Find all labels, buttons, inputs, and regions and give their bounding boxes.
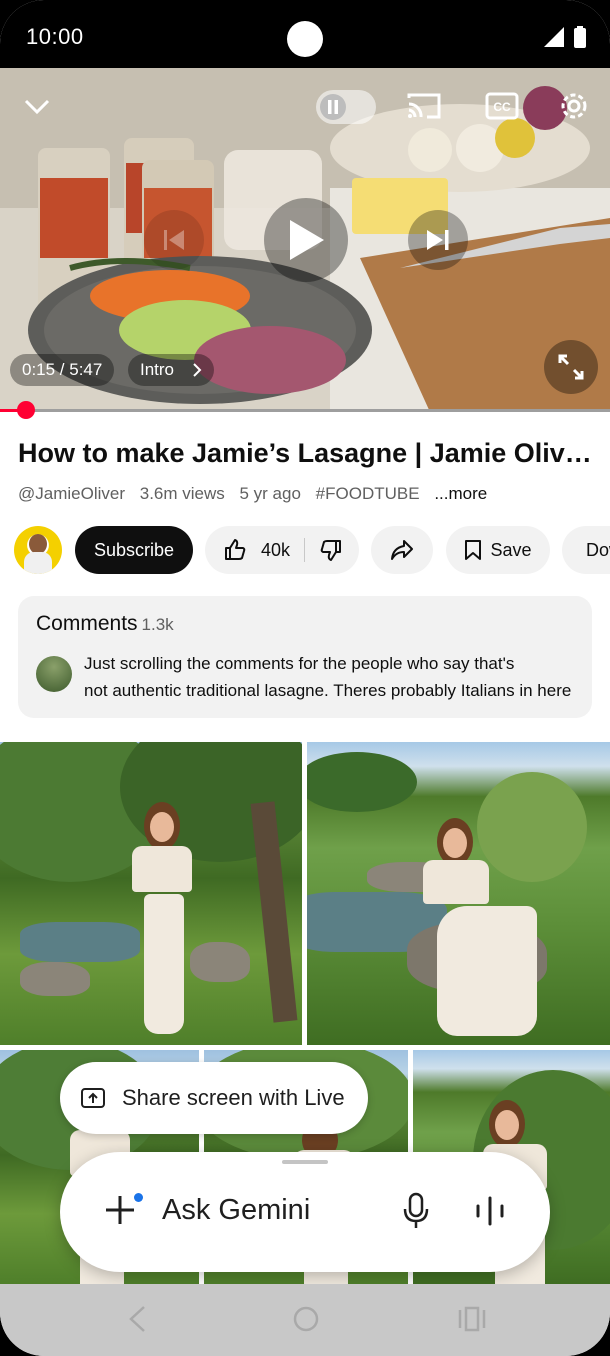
previous-button[interactable] xyxy=(144,210,204,270)
comments-title: Comments xyxy=(36,612,138,635)
save-button[interactable]: Save xyxy=(446,526,550,574)
upload-age: 5 yr ago xyxy=(239,484,301,503)
top-comment-line-1: Just scrolling the comments for the peop… xyxy=(84,654,515,673)
subscribe-button[interactable]: Subscribe xyxy=(75,526,193,574)
skip-next-icon xyxy=(427,230,449,250)
video-player[interactable]: CC 0:15 / 5:47 Intro xyxy=(0,68,610,412)
cast-icon xyxy=(407,93,441,119)
gemini-input-bar: Ask Gemini xyxy=(60,1152,550,1272)
status-time: 10:00 xyxy=(26,24,84,49)
skip-previous-icon xyxy=(164,230,184,250)
back-icon[interactable] xyxy=(126,1304,148,1334)
photo-tile-2[interactable] xyxy=(307,742,610,1045)
status-bar: 10:00 xyxy=(0,0,610,68)
autoplay-toggle[interactable] xyxy=(316,90,376,124)
phone-screen: 10:00 CC 0:15 / 5:47 Intro How to make J… xyxy=(0,0,610,1356)
more-link[interactable]: ...more xyxy=(434,484,487,503)
thumb-up-icon[interactable] xyxy=(223,538,247,562)
front-camera xyxy=(287,21,323,57)
share-screen-label: Share screen with Live xyxy=(122,1085,345,1110)
chevron-right-icon xyxy=(193,363,202,377)
play-button[interactable] xyxy=(264,198,348,282)
like-dislike-group: 40k xyxy=(205,526,359,574)
like-divider xyxy=(304,538,306,562)
svg-text:CC: CC xyxy=(493,100,511,114)
channel-avatar[interactable] xyxy=(14,526,62,574)
gear-icon xyxy=(561,93,587,119)
ask-gemini-input[interactable]: Ask Gemini xyxy=(162,1194,310,1227)
bookmark-icon xyxy=(465,540,482,560)
battery-icon xyxy=(574,26,586,48)
captions-button[interactable]: CC xyxy=(482,88,522,124)
view-count: 3.6m views xyxy=(139,484,225,503)
next-button[interactable] xyxy=(408,210,468,270)
download-label: Download xyxy=(586,539,610,560)
share-icon xyxy=(391,540,413,560)
channel-handle: @JamieOliver xyxy=(18,484,125,503)
chapter-label: Intro xyxy=(140,360,175,379)
progress-bar[interactable] xyxy=(0,401,610,419)
pause-icon xyxy=(320,94,346,120)
drag-handle[interactable] xyxy=(282,1160,328,1164)
gemini-live-icon[interactable] xyxy=(474,1196,506,1226)
scrubber-handle[interactable] xyxy=(17,401,35,419)
signal-icon xyxy=(544,27,564,47)
share-screen-button[interactable]: Share screen with Live xyxy=(60,1062,368,1134)
time-display: 0:15 / 5:47 xyxy=(10,354,115,386)
comments-header: Comments 1.3k xyxy=(36,612,174,636)
hashtag-link[interactable]: #FOODTUBE xyxy=(316,484,420,503)
settings-button[interactable] xyxy=(554,86,594,126)
photo-tile-1[interactable] xyxy=(0,742,302,1045)
video-title[interactable]: How to make Jamie’s Lasagne | Jamie Oliv… xyxy=(18,438,598,469)
save-label: Save xyxy=(490,539,532,560)
play-icon xyxy=(290,220,324,260)
microphone-icon[interactable] xyxy=(402,1192,430,1230)
home-icon[interactable] xyxy=(292,1304,320,1334)
chapter-chip[interactable]: Intro xyxy=(128,354,215,386)
share-button[interactable] xyxy=(371,526,433,574)
comments-count: 1.3k xyxy=(141,615,174,634)
comments-card[interactable]: Comments 1.3k Just scrolling the comments… xyxy=(18,596,592,718)
video-meta[interactable]: @JamieOliver 3.6m views 5 yr ago #FOODTU… xyxy=(18,484,497,504)
plus-icon[interactable] xyxy=(102,1192,138,1228)
download-button[interactable]: Download xyxy=(562,526,610,574)
fullscreen-button[interactable] xyxy=(544,340,598,394)
notification-dot xyxy=(134,1193,143,1202)
commenter-avatar xyxy=(36,656,72,692)
top-comment-line-2: not authentic traditional lasagne. There… xyxy=(84,681,572,700)
chevron-down-icon xyxy=(24,99,50,115)
share-screen-icon xyxy=(81,1088,105,1108)
actions-row: Subscribe 40k Save Download xyxy=(14,526,610,574)
collapse-button[interactable] xyxy=(20,90,54,124)
status-icons xyxy=(544,26,586,48)
navigation-bar xyxy=(0,1284,610,1356)
top-comment: Just scrolling the comments for the peop… xyxy=(84,650,578,704)
cast-button[interactable] xyxy=(404,88,444,124)
like-count[interactable]: 40k xyxy=(261,540,290,561)
thumb-down-icon[interactable] xyxy=(319,538,343,562)
recents-icon[interactable] xyxy=(458,1304,486,1334)
cc-icon: CC xyxy=(485,92,519,120)
fullscreen-icon xyxy=(558,354,584,380)
